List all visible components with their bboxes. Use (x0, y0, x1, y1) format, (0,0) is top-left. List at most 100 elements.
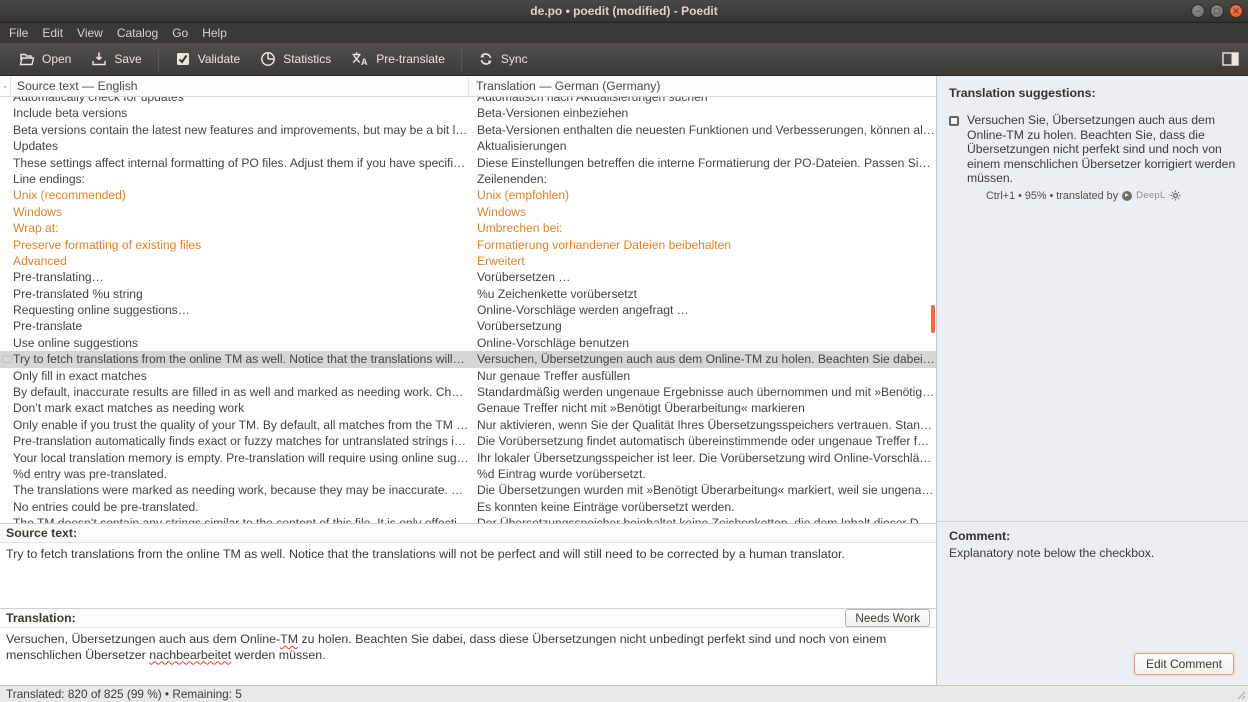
toolbar: Open Save Validate Statistics A Pre-tran… (0, 43, 1248, 76)
translation-cell: Nur aktivieren, wenn Sie der Qualität Ih… (470, 417, 936, 433)
source-text-label: Source text: (6, 526, 77, 540)
list-row[interactable]: Pre-translating…Vorübersetzen … (0, 269, 936, 285)
sidebar-toggle-icon[interactable] (1222, 52, 1239, 66)
row-marker (0, 237, 11, 253)
list-row[interactable]: Beta versions contain the latest new fea… (0, 122, 936, 138)
list-row[interactable]: Use online suggestionsOnline-Vorschläge … (0, 335, 936, 351)
column-header-translation[interactable]: Translation — German (Germany) (469, 76, 936, 96)
comment-text: Explanatory note below the checkbox. (949, 543, 1236, 560)
window-title: de.po • poedit (modified) - Poedit (530, 4, 718, 18)
pretranslate-button[interactable]: A Pre-translate (341, 46, 455, 72)
window-controls: − □ ✕ (1191, 4, 1243, 18)
list-row[interactable]: Automatically check for updatesAutomatis… (0, 97, 936, 105)
list-row[interactable]: Pre-translated %u string%u Zeichenkette … (0, 286, 936, 302)
list-row[interactable]: AdvancedErweitert (0, 253, 936, 269)
translation-cell: Windows (470, 204, 936, 220)
row-marker (0, 466, 11, 482)
row-marker (0, 515, 11, 523)
translation-cell: Der Übersetzungsspeicher beinhaltet kein… (470, 515, 936, 523)
translation-cell: Nur genaue Treffer ausfüllen (470, 368, 936, 384)
maximize-icon[interactable]: □ (1210, 4, 1224, 18)
list-row[interactable]: Unix (recommended)Unix (empfohlen) (0, 187, 936, 203)
translation-cell: %d Eintrag wurde vorübersetzt. (470, 466, 936, 482)
list-row[interactable]: Your local translation memory is empty. … (0, 450, 936, 466)
list-row[interactable]: No entries could be pre-translated.Es ko… (0, 499, 936, 515)
source-cell: Only fill in exact matches (11, 368, 470, 384)
source-cell: Preserve formatting of existing files (11, 237, 470, 253)
list-row[interactable]: %d entry was pre-translated.%d Eintrag w… (0, 466, 936, 482)
row-marker (0, 482, 11, 498)
list-row[interactable]: Only enable if you trust the quality of … (0, 417, 936, 433)
menu-file[interactable]: File (2, 24, 35, 42)
list-row[interactable]: WindowsWindows (0, 204, 936, 220)
gear-icon[interactable] (1170, 190, 1181, 201)
translation-editor[interactable]: Versuchen, Übersetzungen auch aus dem On… (0, 629, 936, 685)
row-marker (0, 499, 11, 515)
list-header: · Source text — English Translation — Ge… (0, 76, 936, 97)
menu-go[interactable]: Go (165, 24, 195, 42)
source-cell: The translations were marked as needing … (11, 482, 470, 498)
translation-cell: Die Übersetzungen wurden mit »Benötigt Ü… (470, 482, 936, 498)
list-row[interactable]: These settings affect internal formattin… (0, 155, 936, 171)
translation-label: Translation: (6, 611, 76, 625)
translation-cell: Ihr lokaler Übersetzungsspeicher ist lee… (470, 450, 936, 466)
list-row[interactable]: Pre-translateVorübersetzung (0, 318, 936, 334)
source-cell: By default, inaccurate results are fille… (11, 384, 470, 400)
resize-grip-icon[interactable] (1235, 689, 1246, 700)
source-cell: Updates (11, 138, 470, 154)
list-row[interactable]: Requesting online suggestions…Online-Vor… (0, 302, 936, 318)
source-cell: Requesting online suggestions… (11, 302, 470, 318)
suggestion-item[interactable]: Versuchen Sie, Übersetzungen auch aus de… (937, 100, 1248, 202)
list-row[interactable]: Pre-translation automatically finds exac… (0, 433, 936, 449)
row-marker (0, 155, 11, 171)
menu-view[interactable]: View (70, 24, 110, 42)
translation-cell: Erweitert (470, 253, 936, 269)
row-marker (0, 269, 11, 285)
statistics-button[interactable]: Statistics (250, 46, 341, 72)
sync-button[interactable]: Sync (468, 46, 538, 72)
scrollbar-thumb[interactable] (931, 305, 935, 333)
open-button[interactable]: Open (9, 46, 81, 72)
row-marker (0, 433, 11, 449)
source-cell: Wrap at: (11, 220, 470, 236)
row-marker (0, 302, 11, 318)
source-cell: Line endings: (11, 171, 470, 187)
list-row[interactable]: By default, inaccurate results are fille… (0, 384, 936, 400)
list-row[interactable]: Include beta versionsBeta-Versionen einb… (0, 105, 936, 121)
minimize-icon[interactable]: − (1191, 4, 1205, 18)
list-row[interactable]: Try to fetch translations from the onlin… (0, 351, 936, 367)
list-row[interactable]: Don’t mark exact matches as needing work… (0, 400, 936, 416)
translation-cell: Standardmäßig werden ungenaue Ergebnisse… (470, 384, 936, 400)
list-row[interactable]: Wrap at:Umbrechen bei: (0, 220, 936, 236)
list-row[interactable]: UpdatesAktualisierungen (0, 138, 936, 154)
source-cell: Pre-translating… (11, 269, 470, 285)
edit-comment-button[interactable]: Edit Comment (1134, 653, 1234, 675)
suggestion-meta: Ctrl+1 • 95% • translated by DeepL (967, 186, 1238, 202)
suggestion-shortcut: Ctrl+1 • 95% • translated by (986, 190, 1118, 202)
close-icon[interactable]: ✕ (1229, 4, 1243, 18)
row-marker (0, 368, 11, 384)
row-marker (0, 335, 11, 351)
column-header-source[interactable]: Source text — English (11, 76, 469, 96)
source-cell: No entries could be pre-translated. (11, 499, 470, 515)
validate-button[interactable]: Validate (165, 46, 250, 72)
row-marker (0, 220, 11, 236)
list-row[interactable]: The translations were marked as needing … (0, 482, 936, 498)
source-cell: Pre-translation automatically finds exac… (11, 433, 470, 449)
menu-help[interactable]: Help (195, 24, 234, 42)
row-marker (0, 97, 11, 105)
list-row[interactable]: The TM doesn’t contain any strings simil… (0, 515, 936, 523)
list-row[interactable]: Only fill in exact matchesNur genaue Tre… (0, 368, 936, 384)
menu-catalog[interactable]: Catalog (110, 24, 165, 42)
needs-work-button[interactable]: Needs Work (845, 609, 930, 627)
list-body: Automatically check for updatesAutomatis… (0, 97, 936, 523)
row-marker (0, 400, 11, 416)
row-marker (0, 417, 11, 433)
statusbar: Translated: 820 of 825 (99 %) • Remainin… (0, 685, 1248, 702)
save-button[interactable]: Save (81, 46, 151, 72)
row-marker (0, 450, 11, 466)
list-row[interactable]: Line endings:Zeilenenden: (0, 171, 936, 187)
deepl-logo-icon (1122, 191, 1132, 201)
menu-edit[interactable]: Edit (35, 24, 70, 42)
list-row[interactable]: Preserve formatting of existing filesFor… (0, 237, 936, 253)
